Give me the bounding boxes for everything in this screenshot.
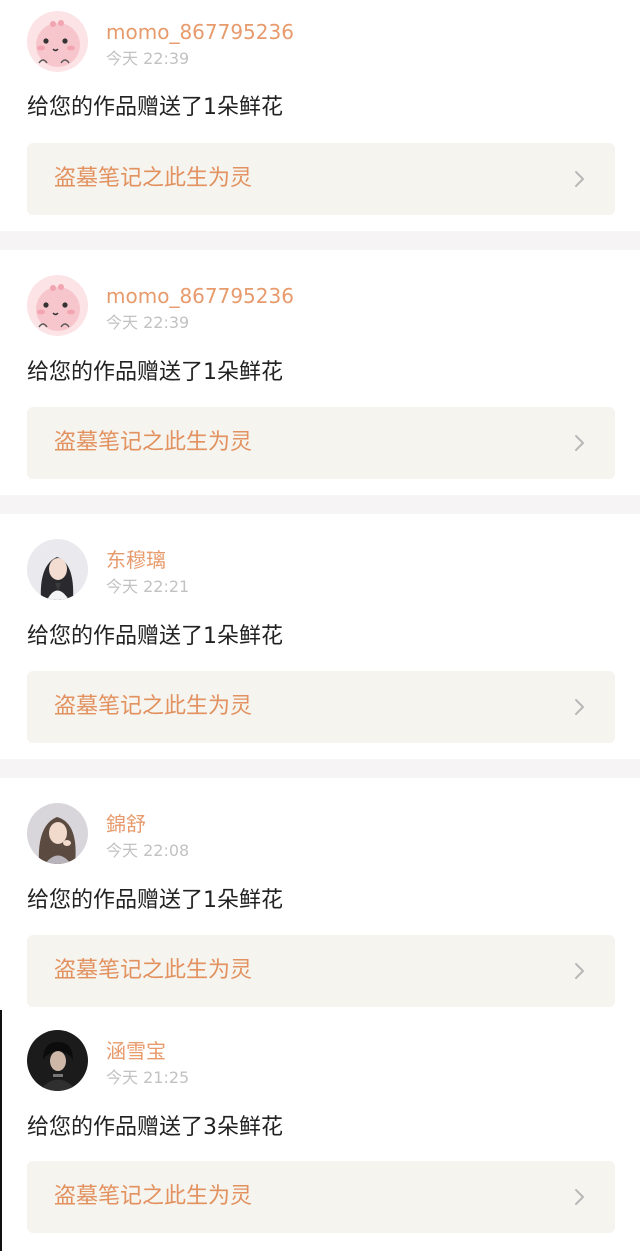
portrait-avatar-icon xyxy=(27,803,88,864)
work-title: 盗墓笔记之此生为灵 xyxy=(54,430,253,455)
username[interactable]: 錦舒 xyxy=(106,812,146,836)
work-link[interactable]: 盗墓笔记之此生为灵 xyxy=(27,143,615,215)
gift-message: 给您的作品赠送了3朵鲜花 xyxy=(27,1115,283,1140)
portrait-avatar-icon xyxy=(27,539,88,600)
notification-item: 涵雪宝 今天 21:25 给您的作品赠送了3朵鲜花 盗墓笔记之此生为灵 xyxy=(0,1010,640,1251)
gift-message: 给您的作品赠送了1朵鲜花 xyxy=(27,624,283,649)
cartoon-avatar-icon xyxy=(27,11,88,72)
separator xyxy=(0,495,640,514)
chevron-right-icon xyxy=(575,435,584,451)
timestamp: 今天 22:39 xyxy=(106,49,190,68)
separator xyxy=(0,231,640,250)
timestamp: 今天 22:39 xyxy=(106,313,190,332)
notification-item: momo_867795236 今天 22:39 给您的作品赠送了1朵鲜花 盗墓笔… xyxy=(0,250,640,495)
gift-message: 给您的作品赠送了1朵鲜花 xyxy=(27,888,283,913)
screen-edge xyxy=(0,1010,2,1251)
gift-message: 给您的作品赠送了1朵鲜花 xyxy=(27,95,283,120)
gift-message: 给您的作品赠送了1朵鲜花 xyxy=(27,360,283,385)
chevron-right-icon xyxy=(575,171,584,187)
username[interactable]: 东穆璃 xyxy=(106,548,166,572)
gift-notification-feed: momo_867795236 今天 22:39 给您的作品赠送了1朵鲜花 盗墓笔… xyxy=(0,0,640,1251)
work-title: 盗墓笔记之此生为灵 xyxy=(54,1184,253,1209)
avatar[interactable] xyxy=(27,539,88,600)
username[interactable]: momo_867795236 xyxy=(106,284,294,308)
avatar[interactable] xyxy=(27,11,88,72)
username[interactable]: momo_867795236 xyxy=(106,20,294,44)
work-link[interactable]: 盗墓笔记之此生为灵 xyxy=(27,1161,615,1233)
chevron-right-icon xyxy=(575,963,584,979)
separator xyxy=(0,759,640,778)
work-title: 盗墓笔记之此生为灵 xyxy=(54,166,253,191)
work-link[interactable]: 盗墓笔记之此生为灵 xyxy=(27,935,615,1007)
cartoon-avatar-icon xyxy=(27,275,88,336)
portrait-avatar-icon xyxy=(27,1030,88,1091)
username[interactable]: 涵雪宝 xyxy=(106,1039,166,1063)
avatar[interactable] xyxy=(27,803,88,864)
work-title: 盗墓笔记之此生为灵 xyxy=(54,694,253,719)
timestamp: 今天 22:08 xyxy=(106,841,190,860)
avatar[interactable] xyxy=(27,275,88,336)
work-link[interactable]: 盗墓笔记之此生为灵 xyxy=(27,407,615,479)
notification-item: 东穆璃 今天 22:21 给您的作品赠送了1朵鲜花 盗墓笔记之此生为灵 xyxy=(0,514,640,759)
notification-item: 錦舒 今天 22:08 给您的作品赠送了1朵鲜花 盗墓笔记之此生为灵 xyxy=(0,778,640,1010)
chevron-right-icon xyxy=(575,699,584,715)
chevron-right-icon xyxy=(575,1189,584,1205)
timestamp: 今天 22:21 xyxy=(106,577,190,596)
timestamp: 今天 21:25 xyxy=(106,1068,190,1087)
work-link[interactable]: 盗墓笔记之此生为灵 xyxy=(27,671,615,743)
work-title: 盗墓笔记之此生为灵 xyxy=(54,958,253,983)
avatar[interactable] xyxy=(27,1030,88,1091)
notification-item: momo_867795236 今天 22:39 给您的作品赠送了1朵鲜花 盗墓笔… xyxy=(0,0,640,231)
